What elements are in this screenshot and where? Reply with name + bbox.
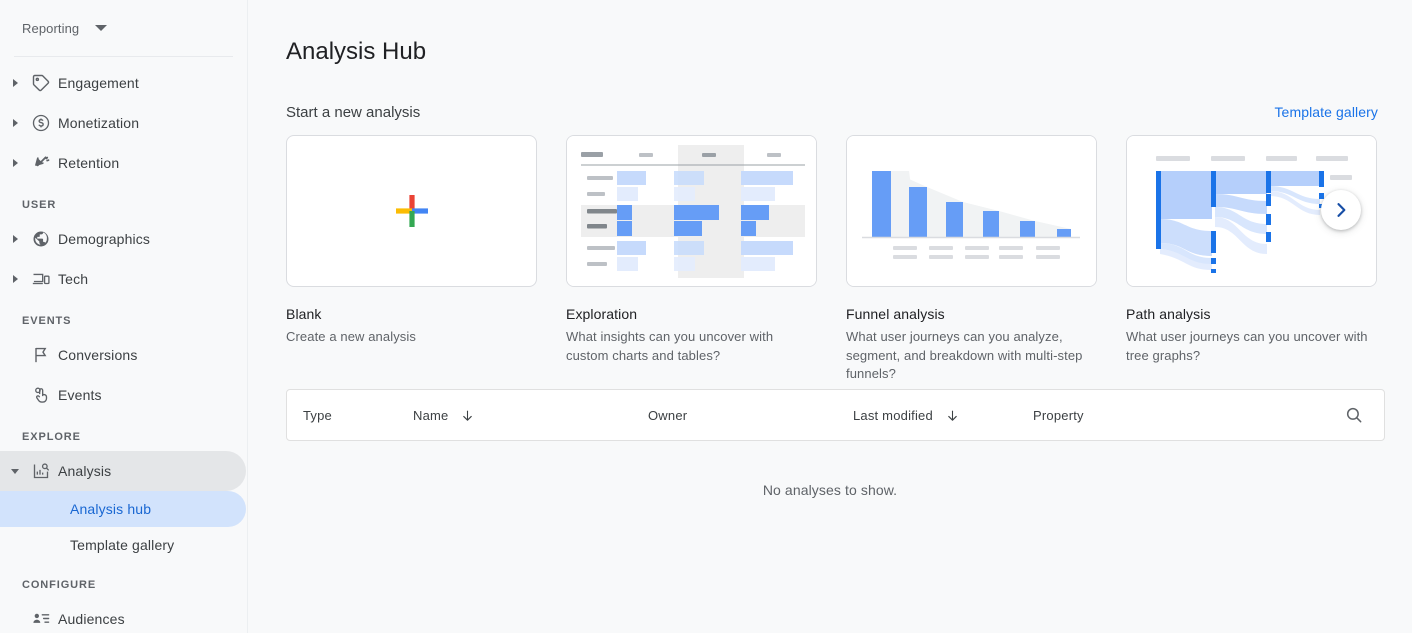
sidebar-item-conversions[interactable]: Conversions xyxy=(0,335,245,375)
audiences-icon xyxy=(24,609,58,629)
search-icon[interactable] xyxy=(1342,403,1366,427)
chevron-down-icon xyxy=(95,25,108,31)
template-card-title: Path analysis xyxy=(1126,306,1211,323)
sidebar-section-user: USER xyxy=(22,199,57,211)
column-label: Property xyxy=(1033,407,1084,423)
sidebar-item-events[interactable]: Events xyxy=(0,375,245,415)
sidebar-section-events: EVENTS xyxy=(22,315,72,327)
template-card-exploration[interactable]: Exploration What insights can you uncove… xyxy=(566,135,817,384)
sidebar-item-engagement[interactable]: Engagement xyxy=(0,63,245,103)
template-card-path-analysis[interactable]: Path analysis What user journeys can you… xyxy=(1126,135,1377,384)
sidebar-item-label: Retention xyxy=(58,155,120,171)
expand-arrow-icon[interactable] xyxy=(6,79,24,87)
globe-icon xyxy=(24,229,58,249)
analysis-hub-page: Reporting Engagement Monetization Retent… xyxy=(0,0,1412,633)
column-label: Owner xyxy=(648,407,688,423)
analyses-table-header: Type Name Owner Last modified Property xyxy=(286,389,1385,442)
sidebar-item-analysis-hub[interactable]: Analysis hub xyxy=(0,491,246,527)
reporting-switcher[interactable]: Reporting xyxy=(0,0,247,56)
column-header-last-modified[interactable]: Last modified xyxy=(853,408,1033,423)
sidebar-item-label: Conversions xyxy=(58,347,138,363)
collapse-arrow-icon[interactable] xyxy=(6,468,24,474)
devices-icon xyxy=(24,269,58,289)
template-card-funnel-analysis[interactable]: Funnel analysis What user journeys can y… xyxy=(846,135,1097,384)
google-plus-icon xyxy=(287,136,536,286)
retention-icon xyxy=(24,153,58,173)
sidebar-item-label: Events xyxy=(58,387,102,403)
expand-arrow-icon[interactable] xyxy=(6,275,24,283)
expand-arrow-icon[interactable] xyxy=(6,235,24,243)
sidebar-sub-item-label: Template gallery xyxy=(70,537,175,553)
template-card-blank[interactable]: Blank Create a new analysis xyxy=(286,135,537,384)
template-cards-carousel: Blank Create a new analysis Exploration … xyxy=(248,135,1412,381)
template-card-description: What user journeys can you uncover with … xyxy=(1126,329,1368,363)
sidebar-item-label: Audiences xyxy=(58,611,125,627)
sidebar-item-label: Engagement xyxy=(58,75,139,91)
analysis-icon xyxy=(24,461,58,481)
sidebar-item-label: Demographics xyxy=(58,231,151,247)
page-title: Analysis Hub xyxy=(286,38,427,66)
section-title: Start a new analysis xyxy=(286,104,421,122)
exploration-table-illustration xyxy=(567,136,816,287)
sidebar-item-monetization[interactable]: Monetization xyxy=(0,103,245,143)
touch-icon xyxy=(24,385,58,405)
column-header-property[interactable]: Property xyxy=(1033,408,1342,423)
expand-arrow-icon[interactable] xyxy=(6,159,24,167)
column-header-name[interactable]: Name xyxy=(413,408,648,423)
sidebar-item-tech[interactable]: Tech xyxy=(0,259,245,299)
sidebar-item-label: Tech xyxy=(58,271,89,287)
template-card-thumbnail[interactable] xyxy=(566,135,817,288)
expand-arrow-icon[interactable] xyxy=(6,119,24,127)
sidebar-item-audiences[interactable]: Audiences xyxy=(0,599,245,633)
column-label: Name xyxy=(413,407,449,423)
sidebar-sub-item-label: Analysis hub xyxy=(70,501,152,517)
sidebar-item-analysis[interactable]: Analysis xyxy=(0,451,246,491)
flag-icon xyxy=(24,345,58,365)
dollar-circle-icon xyxy=(24,113,58,133)
template-card-title: Blank xyxy=(286,306,322,323)
sidebar-item-label: Analysis xyxy=(58,463,112,479)
template-card-title: Funnel analysis xyxy=(846,306,945,323)
main-content: Analysis Hub Start a new analysis Templa… xyxy=(248,0,1412,633)
funnel-bars-illustration xyxy=(847,136,1096,287)
sidebar: Reporting Engagement Monetization Retent… xyxy=(0,0,248,633)
sidebar-section-explore: EXPLORE xyxy=(22,431,81,443)
column-label: Type xyxy=(303,407,332,423)
sidebar-item-retention[interactable]: Retention xyxy=(0,143,245,183)
template-card-thumbnail[interactable] xyxy=(286,135,537,288)
sidebar-item-demographics[interactable]: Demographics xyxy=(0,219,245,259)
tag-icon xyxy=(24,73,58,93)
template-card-description: What user journeys can you analyze, segm… xyxy=(846,329,1083,382)
nav-group-top: Engagement Monetization Retention xyxy=(0,57,247,183)
chevron-right-icon xyxy=(1337,203,1346,218)
column-header-type[interactable]: Type xyxy=(303,408,413,423)
arrow-down-icon[interactable] xyxy=(460,408,475,423)
template-gallery-link[interactable]: Template gallery xyxy=(1274,104,1378,120)
template-card-description: What insights can you uncover with custo… xyxy=(566,329,774,363)
template-card-title: Exploration xyxy=(566,306,638,323)
sidebar-item-label: Monetization xyxy=(58,115,140,131)
start-new-analysis-header: Start a new analysis Template gallery xyxy=(248,82,1412,121)
arrow-down-icon[interactable] xyxy=(945,408,960,423)
sidebar-section-configure: CONFIGURE xyxy=(22,579,97,591)
template-cards-strip: Blank Create a new analysis Exploration … xyxy=(286,135,1412,384)
template-card-thumbnail[interactable] xyxy=(846,135,1097,288)
column-header-owner[interactable]: Owner xyxy=(648,408,853,423)
column-label: Last modified xyxy=(853,407,933,423)
reporting-switcher-label: Reporting xyxy=(22,20,80,36)
empty-state-message: No analyses to show. xyxy=(762,482,898,499)
template-card-description: Create a new analysis xyxy=(286,329,416,345)
sidebar-item-template-gallery[interactable]: Template gallery xyxy=(0,527,246,563)
carousel-next-button[interactable] xyxy=(1321,190,1361,231)
